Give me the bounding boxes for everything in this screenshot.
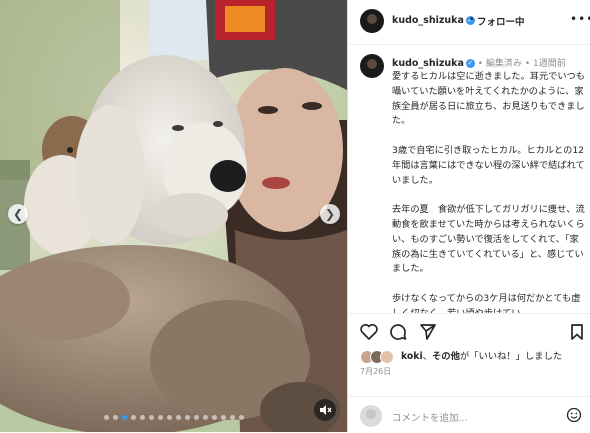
caption-paragraph: 去年の夏 食欲が低下してガリガリに痩せ、流動食を飲ませていた時からは考えられない… <box>392 204 585 275</box>
edited-label: 編集済み <box>485 59 522 69</box>
mute-button[interactable] <box>314 399 336 421</box>
post-photo <box>0 0 347 432</box>
post-date[interactable]: 7月26日 <box>360 366 391 377</box>
likes-suffix: が「いいね！」しました <box>459 351 563 362</box>
carousel-dot <box>238 415 244 420</box>
carousel-dot <box>193 415 199 420</box>
likes-others-link[interactable]: その他 <box>432 351 460 362</box>
carousel-dot <box>130 415 136 420</box>
next-slide-button[interactable]: ❯ <box>320 204 340 224</box>
carousel-dot <box>112 415 118 420</box>
instagram-post-view: ❮ ❯ kudo_shizuka✓ • フォロー中 ••• kudo_shizu… <box>0 0 590 432</box>
separator-dot: • <box>524 59 531 69</box>
caption-paragraph: 歩けなくなってからの3ケ月は何だかとても虚しく切なく、若い頃や歩けてい <box>392 292 581 313</box>
post-side-panel: kudo_shizuka✓ • フォロー中 ••• kudo_shizuka✓ … <box>347 0 590 432</box>
carousel-dot <box>220 415 226 420</box>
separator-dot: • <box>469 15 475 25</box>
likes-summary: koki、その他が「いいね！」しました <box>360 348 562 364</box>
caption-username[interactable]: kudo_shizuka <box>392 58 464 69</box>
separator-dot: • <box>477 59 484 69</box>
carousel-dot <box>211 415 217 420</box>
carousel-dot <box>184 415 190 420</box>
caption-paragraph: 3歳で自宅に引き取ったヒカル。ヒカルとの12年間は言葉にはできない程の深い絆で結… <box>392 144 585 186</box>
author-avatar[interactable] <box>360 9 384 33</box>
carousel-dot <box>121 415 127 420</box>
carousel-dot <box>202 415 208 420</box>
post-header: kudo_shizuka✓ • フォロー中 ••• <box>348 0 590 45</box>
comment-icon[interactable] <box>388 322 408 342</box>
liker-avatar <box>380 349 394 364</box>
caption-header: kudo_shizuka ✓ • 編集済み • 1週間前 <box>392 56 566 69</box>
carousel-dot <box>103 415 109 420</box>
post-caption: kudo_shizuka ✓ • 編集済み • 1週間前 愛するヒカルは空に逝きま… <box>348 45 590 313</box>
comment-bar: コメントを追加... <box>348 396 590 433</box>
following-button[interactable]: フォロー中 <box>477 14 525 28</box>
carousel-dot <box>229 415 235 420</box>
emoji-icon[interactable] <box>566 407 582 423</box>
viewer-avatar <box>360 405 382 427</box>
carousel-dot <box>166 415 172 420</box>
carousel-dot <box>157 415 163 420</box>
caption-author-avatar[interactable] <box>360 54 384 78</box>
speaker-muted-icon <box>320 405 332 415</box>
caption-text: 愛するヒカルは空に逝きました。耳元でいつも囁いていた願いを叶えてくれたかのように… <box>392 70 585 313</box>
carousel-dot <box>139 415 145 420</box>
bookmark-icon[interactable] <box>567 322 587 342</box>
carousel-dot <box>175 415 181 420</box>
likes-separator: 、 <box>422 351 432 362</box>
author-username[interactable]: kudo_shizuka ✓ <box>392 15 475 26</box>
carousel-indicator <box>0 415 347 420</box>
verified-badge-icon: ✓ <box>465 59 475 68</box>
comment-input[interactable]: コメントを追加... <box>392 410 468 424</box>
previous-slide-button[interactable]: ❮ <box>8 204 28 224</box>
paper-plane-icon[interactable] <box>418 322 438 342</box>
carousel-dot <box>148 415 154 420</box>
caption-paragraph: 愛するヒカルは空に逝きました。耳元でいつも囁いていた願いを叶えてくれたかのように… <box>392 71 585 127</box>
heart-icon[interactable] <box>359 322 379 342</box>
author-username-text[interactable]: kudo_shizuka <box>392 15 464 26</box>
more-options-icon[interactable]: ••• <box>570 12 590 26</box>
post-time-ago[interactable]: 1週間前 <box>533 59 566 69</box>
post-actions: koki、その他が「いいね！」しました 7月26日 コメントを追加... <box>348 313 590 432</box>
liker-username[interactable]: koki <box>401 351 423 362</box>
post-media[interactable]: ❮ ❯ <box>0 0 347 432</box>
